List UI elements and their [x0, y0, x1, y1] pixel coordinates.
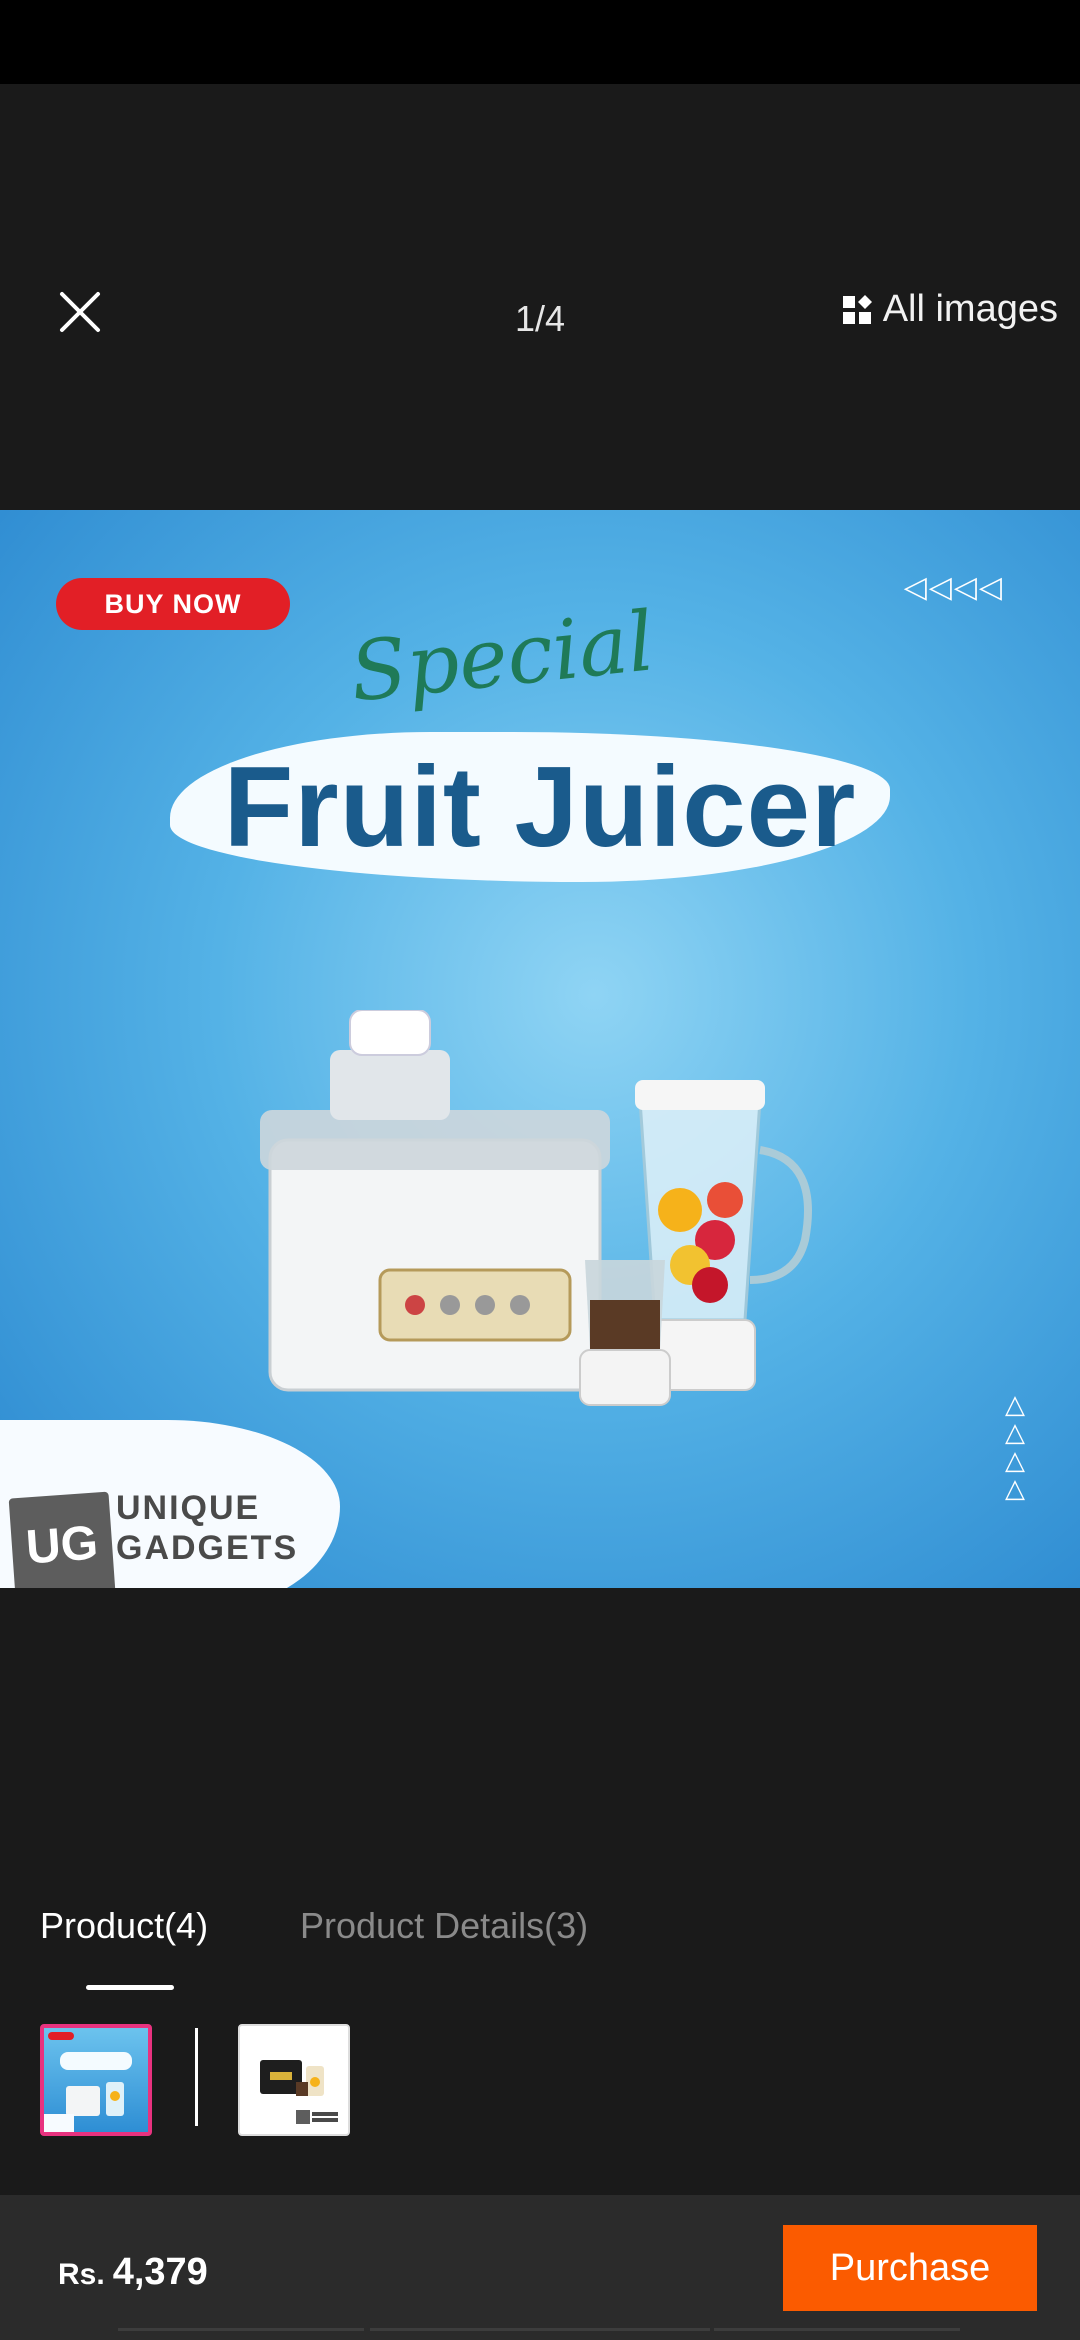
- thumbnail-1[interactable]: [40, 2024, 152, 2136]
- status-bar: [0, 0, 1080, 84]
- thumbnail-2-image: [260, 2060, 338, 2124]
- tab-product-details[interactable]: Product Details(3): [300, 1905, 588, 1947]
- brand-logo-badge: UG: [8, 1491, 116, 1588]
- bottom-separator: [118, 2328, 960, 2331]
- product-image[interactable]: BUY NOW ◁◁◁◁ △ △ △ △ Special Fruit Juice…: [0, 510, 1080, 1588]
- all-images-label: All images: [882, 288, 1058, 330]
- purchase-button[interactable]: Purchase: [783, 2225, 1037, 2311]
- arrows-decoration: ◁◁◁◁: [903, 571, 1004, 604]
- hero-script-text: Special: [345, 594, 659, 721]
- purchase-bar: Rs. 4,379 Purchase: [0, 2195, 1080, 2340]
- price-currency: Rs.: [58, 2258, 105, 2291]
- side-arrows-decoration: △ △ △ △: [1005, 1389, 1025, 1503]
- all-images-button[interactable]: All images: [841, 288, 1058, 331]
- thumbnail-strip: [0, 2020, 1080, 2140]
- thumbnail-1-image: [44, 2032, 132, 2132]
- image-tabs: Product(4) Product Details(3): [0, 1905, 1080, 1995]
- tab-product[interactable]: Product(4): [40, 1905, 208, 1947]
- grid-icon: [842, 294, 872, 324]
- thumbnail-2[interactable]: [238, 2024, 350, 2136]
- hero-title: Fruit Juicer: [223, 744, 857, 871]
- active-tab-indicator: [86, 1985, 174, 1990]
- price-value: 4,379: [112, 2251, 208, 2293]
- juicer-illustration: [260, 1010, 812, 1406]
- price: Rs. 4,379: [58, 2251, 208, 2294]
- brand-logo-text: UNIQUE GADGETS: [116, 1489, 299, 1567]
- buy-now-badge: BUY NOW: [56, 578, 290, 630]
- viewer-header: 1/4 All images: [0, 84, 1080, 374]
- thumbnail-divider: [195, 2028, 198, 2126]
